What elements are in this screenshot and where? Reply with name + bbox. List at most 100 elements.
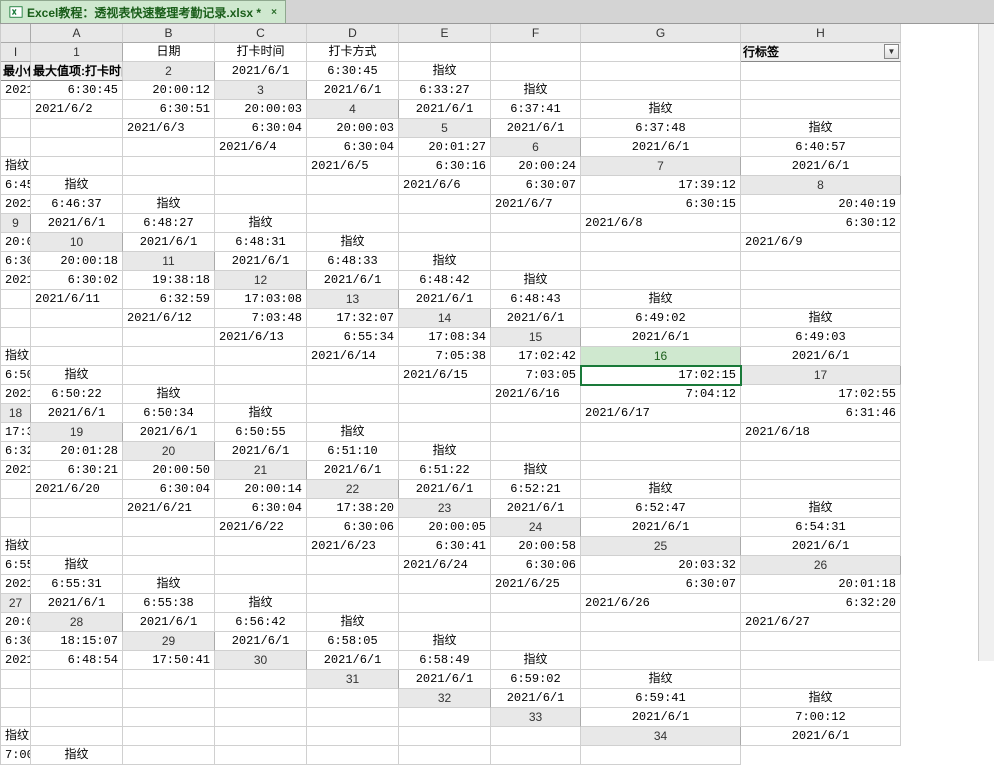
col-header-B[interactable]: B bbox=[123, 24, 215, 43]
cell[interactable]: 7:00:12 bbox=[741, 708, 901, 727]
row-header[interactable]: 9 bbox=[1, 214, 31, 233]
cell[interactable] bbox=[215, 746, 307, 765]
cell[interactable]: 最小值项:打卡时间 bbox=[1, 62, 31, 81]
cell[interactable]: 6:48:31 bbox=[215, 233, 307, 252]
select-all-corner[interactable] bbox=[1, 24, 31, 43]
cell[interactable] bbox=[123, 670, 215, 689]
cell[interactable]: 6:30:16 bbox=[399, 157, 491, 176]
row-header[interactable]: 34 bbox=[581, 727, 741, 746]
cell[interactable] bbox=[307, 385, 399, 404]
row-header[interactable]: 20 bbox=[123, 442, 215, 461]
cell[interactable]: 6:30:45 bbox=[307, 62, 399, 81]
cell[interactable]: 2021/6/1 bbox=[215, 442, 307, 461]
cell[interactable] bbox=[491, 632, 581, 651]
cell[interactable]: 17:39:12 bbox=[581, 176, 741, 195]
cell[interactable]: 2021/6/13 bbox=[215, 328, 307, 347]
cell[interactable]: 指纹 bbox=[399, 252, 491, 271]
cell[interactable] bbox=[581, 252, 741, 271]
cell[interactable] bbox=[581, 746, 741, 765]
cell[interactable]: 2021/6/1 bbox=[741, 727, 901, 746]
row-header[interactable]: 19 bbox=[31, 423, 123, 442]
row-header[interactable]: 17 bbox=[741, 366, 901, 385]
cell[interactable] bbox=[215, 157, 307, 176]
cell[interactable]: 指纹 bbox=[399, 632, 491, 651]
row-header[interactable]: 29 bbox=[123, 632, 215, 651]
cell[interactable]: 2021/6/11 bbox=[31, 290, 123, 309]
cell[interactable] bbox=[399, 43, 491, 62]
cell[interactable] bbox=[31, 727, 123, 746]
cell[interactable] bbox=[1, 138, 31, 157]
cell[interactable]: 2021/6/1 bbox=[307, 271, 399, 290]
row-header[interactable]: 27 bbox=[1, 594, 31, 613]
cell[interactable]: 2021/6/1 bbox=[215, 252, 307, 271]
cell[interactable] bbox=[741, 480, 901, 499]
cell[interactable] bbox=[741, 271, 901, 290]
cell[interactable] bbox=[1, 518, 31, 537]
cell[interactable]: 17:02:42 bbox=[491, 347, 581, 366]
cell[interactable] bbox=[215, 176, 307, 195]
cell[interactable]: 打卡时间 bbox=[215, 43, 307, 62]
cell[interactable] bbox=[123, 157, 215, 176]
workbook-tab[interactable]: Excel教程：透视表快速整理考勤记录.xlsx * × bbox=[0, 0, 286, 23]
cell[interactable]: 6:51:10 bbox=[307, 442, 399, 461]
cell[interactable]: 指纹 bbox=[123, 195, 215, 214]
cell[interactable] bbox=[491, 214, 581, 233]
row-header[interactable]: 33 bbox=[491, 708, 581, 727]
cell[interactable]: 7:03:05 bbox=[491, 366, 581, 385]
row-header[interactable]: 26 bbox=[741, 556, 901, 575]
cell[interactable] bbox=[123, 746, 215, 765]
cell[interactable] bbox=[1, 499, 31, 518]
cell[interactable]: 20:01:27 bbox=[399, 138, 491, 157]
cell[interactable] bbox=[491, 746, 581, 765]
cell[interactable]: 6:46:37 bbox=[31, 195, 123, 214]
cell[interactable]: 2021/6/1 bbox=[581, 138, 741, 157]
cell[interactable]: 6:55:34 bbox=[307, 328, 399, 347]
cell[interactable]: 指纹 bbox=[491, 461, 581, 480]
cell[interactable]: 指纹 bbox=[31, 556, 123, 575]
cell[interactable]: 2021/6/1 bbox=[215, 632, 307, 651]
cell[interactable]: 20:01:28 bbox=[31, 442, 123, 461]
cell[interactable] bbox=[581, 81, 741, 100]
col-header-H[interactable]: H bbox=[741, 24, 901, 43]
cell[interactable] bbox=[399, 233, 491, 252]
cell[interactable]: 6:30:41 bbox=[399, 537, 491, 556]
cell[interactable] bbox=[307, 176, 399, 195]
cell[interactable]: 指纹 bbox=[491, 271, 581, 290]
cell[interactable]: 2021/6/1 bbox=[741, 347, 901, 366]
cell[interactable] bbox=[123, 708, 215, 727]
cell[interactable]: 指纹 bbox=[1, 157, 31, 176]
row-header[interactable]: 23 bbox=[399, 499, 491, 518]
cell[interactable] bbox=[1, 119, 31, 138]
cell[interactable] bbox=[31, 537, 123, 556]
cell[interactable]: 2021/6/23 bbox=[307, 537, 399, 556]
row-header[interactable]: 10 bbox=[31, 233, 123, 252]
cell[interactable]: 2021/6/9 bbox=[741, 233, 901, 252]
cell[interactable]: 2021/6/14 bbox=[307, 347, 399, 366]
cell[interactable]: 2021/6/8 bbox=[581, 214, 741, 233]
cell[interactable]: 6:59:41 bbox=[581, 689, 741, 708]
cell[interactable]: 20:00:04 bbox=[1, 613, 31, 632]
close-icon[interactable]: × bbox=[271, 7, 277, 18]
cell[interactable] bbox=[399, 727, 491, 746]
cell[interactable]: 6:31:46 bbox=[741, 404, 901, 423]
cell[interactable]: 20:00:24 bbox=[491, 157, 581, 176]
cell[interactable] bbox=[399, 385, 491, 404]
cell[interactable] bbox=[581, 442, 741, 461]
cell[interactable]: 6:55:09 bbox=[1, 556, 31, 575]
cell[interactable] bbox=[123, 328, 215, 347]
cell[interactable]: 2021/6/1 bbox=[31, 404, 123, 423]
row-header[interactable]: 32 bbox=[399, 689, 491, 708]
cell[interactable] bbox=[31, 309, 123, 328]
cell[interactable]: 20:00:05 bbox=[399, 518, 491, 537]
cell[interactable] bbox=[741, 100, 901, 119]
cell[interactable]: 6:30:07 bbox=[581, 575, 741, 594]
cell[interactable]: 6:54:31 bbox=[741, 518, 901, 537]
cell[interactable]: 20:01:18 bbox=[741, 575, 901, 594]
cell[interactable]: 2021/6/1 bbox=[581, 518, 741, 537]
cell[interactable]: 2021/6/1 bbox=[399, 100, 491, 119]
cell[interactable] bbox=[1, 480, 31, 499]
cell[interactable]: 6:30:04 bbox=[215, 499, 307, 518]
cell[interactable]: 2021/6/1 bbox=[307, 81, 399, 100]
cell[interactable] bbox=[123, 689, 215, 708]
cell[interactable] bbox=[215, 556, 307, 575]
